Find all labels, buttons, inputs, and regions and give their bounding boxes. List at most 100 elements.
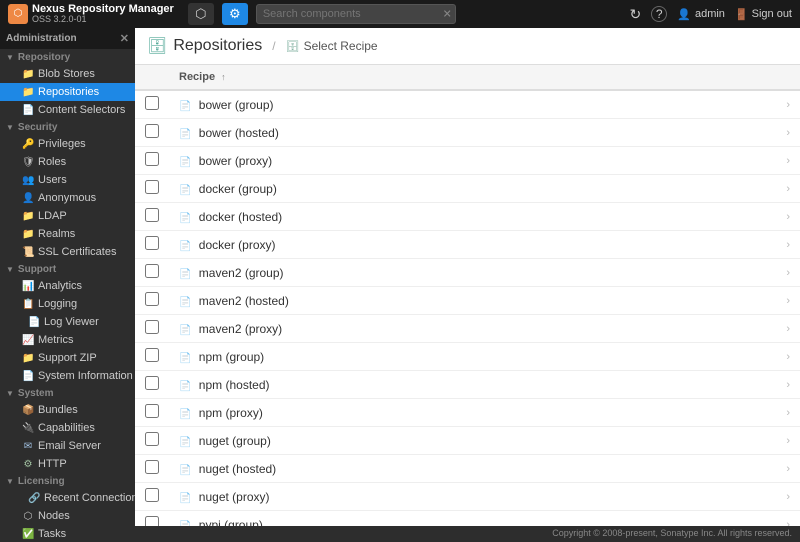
folder-icon: 📁: [22, 229, 34, 240]
row-checkbox[interactable]: [145, 516, 159, 526]
refresh-icon[interactable]: ↻: [630, 6, 642, 23]
sidebar-section-security[interactable]: ▼ Security: [0, 119, 135, 135]
row-checkbox[interactable]: [145, 152, 159, 166]
sidebar-item-anonymous[interactable]: 👤 Anonymous: [0, 189, 135, 207]
row-name: bower (hosted): [199, 126, 279, 140]
layout: Administration ✕ ▼ Repository 📁 Blob Sto…: [0, 28, 800, 542]
row-name-cell: 📄 nuget (group): [169, 427, 776, 455]
row-checkbox[interactable]: [145, 348, 159, 362]
table-row[interactable]: 📄 nuget (hosted) ›: [135, 455, 800, 483]
sidebar-item-privileges[interactable]: 🔑 Privileges: [0, 135, 135, 153]
sidebar-item-realms[interactable]: 📁 Realms: [0, 225, 135, 243]
row-checkbox[interactable]: [145, 320, 159, 334]
sidebar-item-tasks[interactable]: ✅ Tasks: [0, 525, 135, 542]
sidebar-item-blob-stores[interactable]: 📁 Blob Stores: [0, 65, 135, 83]
row-checkbox[interactable]: [145, 404, 159, 418]
row-checkbox[interactable]: [145, 180, 159, 194]
sidebar-item-log-viewer[interactable]: 📄 Log Viewer: [0, 313, 135, 331]
sidebar-section-support[interactable]: ▼ Support: [0, 261, 135, 277]
row-icon: 📄: [179, 157, 191, 168]
row-checkbox[interactable]: [145, 376, 159, 390]
sidebar-item-nodes[interactable]: ⬡ Nodes: [0, 507, 135, 525]
browse-button[interactable]: ⬡: [188, 3, 214, 25]
row-checkbox[interactable]: [145, 236, 159, 250]
row-checkbox-cell: [135, 511, 169, 527]
sidebar-item-recent-connections[interactable]: 🔗 Recent Connections: [0, 489, 135, 507]
table-row[interactable]: 📄 docker (group) ›: [135, 175, 800, 203]
sidebar-item-ssl-certificates[interactable]: 📜 SSL Certificates: [0, 243, 135, 261]
sidebar-item-roles[interactable]: 🛡 Roles: [0, 153, 135, 171]
row-chevron-cell: ›: [776, 483, 800, 511]
table-row[interactable]: 📄 bower (group) ›: [135, 90, 800, 119]
table-row[interactable]: 📄 npm (group) ›: [135, 343, 800, 371]
sidebar-collapse-icon[interactable]: ✕: [120, 32, 129, 45]
log-icon: 📋: [22, 299, 34, 310]
table-row[interactable]: 📄 pypi (group) ›: [135, 511, 800, 527]
row-checkbox-cell: [135, 119, 169, 147]
row-checkbox[interactable]: [145, 488, 159, 502]
mail-icon: ✉: [22, 441, 34, 452]
search-input[interactable]: [256, 4, 456, 24]
sidebar-item-capabilities[interactable]: 🔌 Capabilities: [0, 419, 135, 437]
table-row[interactable]: 📄 maven2 (group) ›: [135, 259, 800, 287]
table-row[interactable]: 📄 docker (proxy) ›: [135, 231, 800, 259]
sidebar-item-logging[interactable]: 📋 Logging: [0, 295, 135, 313]
table-row[interactable]: 📄 nuget (proxy) ›: [135, 483, 800, 511]
row-icon: 📄: [179, 493, 191, 504]
logo-area: ⬡ Nexus Repository Manager OSS 3.2.0-01: [8, 3, 180, 25]
sidebar-item-repositories[interactable]: 📁 Repositories: [0, 83, 135, 101]
breadcrumb-label: Select Recipe: [304, 39, 378, 53]
sidebar-item-email-server[interactable]: ✉ Email Server: [0, 437, 135, 455]
row-name: nuget (proxy): [199, 490, 270, 504]
row-checkbox[interactable]: [145, 208, 159, 222]
table-row[interactable]: 📄 nuget (group) ›: [135, 427, 800, 455]
sidebar-item-metrics[interactable]: 📈 Metrics: [0, 331, 135, 349]
sidebar-section-repository[interactable]: ▼ Repository: [0, 49, 135, 65]
table-row[interactable]: 📄 npm (hosted) ›: [135, 371, 800, 399]
row-chevron-cell: ›: [776, 315, 800, 343]
sidebar-item-ldap[interactable]: 📁 LDAP: [0, 207, 135, 225]
row-checkbox[interactable]: [145, 264, 159, 278]
page-header: 🗄 Repositories / 🗄 Select Recipe: [135, 28, 800, 65]
item-label: Content Selectors: [38, 104, 125, 116]
table-row[interactable]: 📄 docker (hosted) ›: [135, 203, 800, 231]
triangle-icon: ▼: [6, 53, 14, 62]
sidebar-section-licensing[interactable]: ▼ Licensing: [0, 473, 135, 489]
sidebar-item-support-zip[interactable]: 📁 Support ZIP: [0, 349, 135, 367]
user-menu[interactable]: 👤 admin: [677, 8, 725, 21]
row-checkbox-cell: [135, 371, 169, 399]
row-checkbox[interactable]: [145, 432, 159, 446]
sidebar-item-content-selectors[interactable]: 📄 Content Selectors: [0, 101, 135, 119]
table-row[interactable]: 📄 maven2 (hosted) ›: [135, 287, 800, 315]
page-icon: 🗄: [147, 36, 167, 56]
table-row[interactable]: 📄 maven2 (proxy) ›: [135, 315, 800, 343]
section-label: Support: [18, 264, 56, 275]
signout-button[interactable]: 🚪 Sign out: [735, 8, 792, 21]
folder-icon: 📁: [22, 211, 34, 222]
admin-button[interactable]: ⚙: [222, 3, 248, 25]
folder-icon: 📁: [22, 69, 34, 80]
user-icon: 👥: [22, 175, 34, 186]
user-icon: 👤: [677, 8, 691, 21]
row-checkbox[interactable]: [145, 124, 159, 138]
table-row[interactable]: 📄 npm (proxy) ›: [135, 399, 800, 427]
sidebar-item-http[interactable]: ⚙ HTTP: [0, 455, 135, 473]
sidebar-item-users[interactable]: 👥 Users: [0, 171, 135, 189]
help-icon[interactable]: ?: [651, 6, 667, 22]
shield-icon: 🛡: [22, 157, 34, 168]
search-clear-icon[interactable]: ✕: [443, 8, 452, 21]
sidebar-item-system-info[interactable]: 📄 System Information: [0, 367, 135, 385]
th-recipe[interactable]: Recipe ↑: [169, 65, 776, 90]
item-label: Users: [38, 174, 67, 186]
table-row[interactable]: 📄 bower (hosted) ›: [135, 119, 800, 147]
sidebar-item-bundles[interactable]: 📦 Bundles: [0, 401, 135, 419]
row-checkbox[interactable]: [145, 96, 159, 110]
row-checkbox[interactable]: [145, 292, 159, 306]
table-row[interactable]: 📄 bower (proxy) ›: [135, 147, 800, 175]
sidebar-item-analytics[interactable]: 📊 Analytics: [0, 277, 135, 295]
topbar-right: ↻ ? 👤 admin 🚪 Sign out: [630, 6, 792, 23]
row-name-cell: 📄 docker (hosted): [169, 203, 776, 231]
sidebar-section-system[interactable]: ▼ System: [0, 385, 135, 401]
item-label: Nodes: [38, 510, 70, 522]
row-checkbox[interactable]: [145, 460, 159, 474]
